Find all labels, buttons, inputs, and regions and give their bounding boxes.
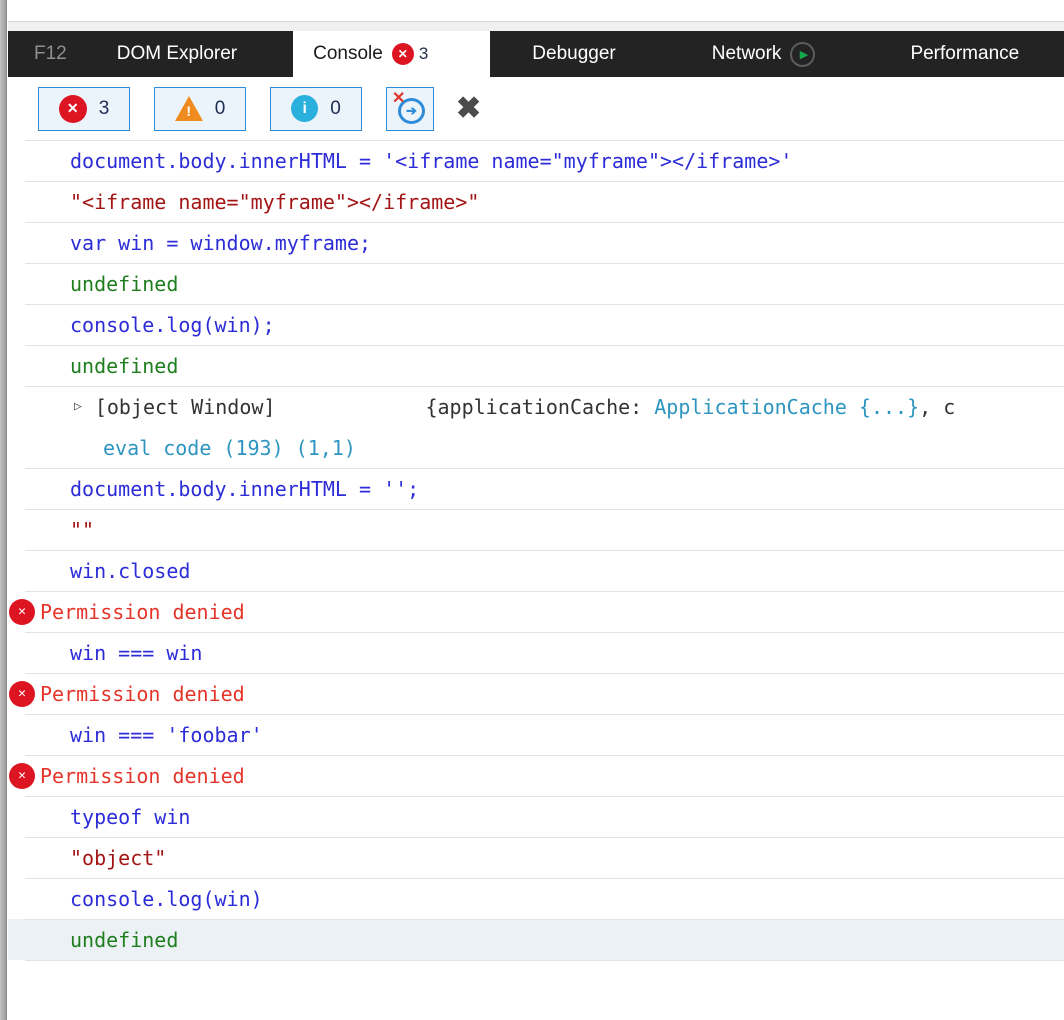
console-row-text: typeof win xyxy=(70,804,191,829)
profiling-ring-icon: ▶ xyxy=(790,41,816,67)
error-icon: ✕ xyxy=(9,680,35,707)
info-count: 0 xyxy=(330,97,341,119)
object-preview-suffix: , c xyxy=(919,394,956,419)
console-row[interactable]: document.body.innerHTML = '<iframe name=… xyxy=(8,140,1064,181)
window-splitter[interactable] xyxy=(8,21,1064,31)
console-row[interactable]: ✕ Permission denied xyxy=(8,755,1064,796)
expand-arrow-icon[interactable]: ▷ xyxy=(74,399,82,414)
tab-console-label: Console xyxy=(313,43,383,64)
console-row[interactable]: console.log(win) xyxy=(8,878,1064,919)
console-row-text: document.body.innerHTML = ''; xyxy=(70,476,420,501)
console-row[interactable]: undefined xyxy=(8,345,1064,386)
warning-count: 0 xyxy=(214,97,226,119)
console-row-text: "object" xyxy=(70,845,167,870)
tab-performance[interactable]: Performance xyxy=(910,31,1019,77)
console-log-end-divider xyxy=(8,960,1064,961)
console-row-text: Permission denied xyxy=(40,599,245,624)
console-log: document.body.innerHTML = '<iframe name=… xyxy=(8,140,1064,961)
clear-on-navigate-icon: ➔ ✕ xyxy=(392,90,425,124)
clear-console-icon[interactable]: ✖ xyxy=(456,93,481,124)
devtools-tab-bar: F12 DOM Explorer Console ✕ 3 Debugger Ne… xyxy=(8,31,1064,77)
console-row-text: console.log(win) xyxy=(70,886,263,911)
console-row[interactable]: document.body.innerHTML = ''; xyxy=(8,468,1064,509)
info-icon: i xyxy=(291,95,319,122)
console-row-text: document.body.innerHTML = '<iframe name=… xyxy=(70,148,793,173)
top-spacer xyxy=(8,0,1064,21)
tab-console-error-count: 3 xyxy=(418,44,429,63)
f12-menu-button[interactable]: F12 xyxy=(34,31,67,77)
console-row[interactable]: var win = window.myframe; xyxy=(8,222,1064,263)
console-row[interactable]: "" xyxy=(8,509,1064,550)
console-row[interactable]: typeof win xyxy=(8,796,1064,837)
console-row[interactable]: undefined xyxy=(8,263,1064,304)
console-row[interactable]: ✕ Permission denied xyxy=(8,591,1064,632)
tab-dom-explorer[interactable]: DOM Explorer xyxy=(117,31,237,77)
console-row-text: win.closed xyxy=(70,558,191,583)
console-row[interactable]: "<iframe name="myframe"></iframe>" xyxy=(8,181,1064,222)
console-row[interactable]: undefined xyxy=(8,919,1064,960)
console-row-text: Permission denied xyxy=(40,763,245,788)
console-row-text: undefined xyxy=(70,927,179,952)
tab-network[interactable]: Network ▶ xyxy=(712,31,816,77)
errors-filter-button[interactable]: ✕ 3 xyxy=(38,86,130,131)
error-icon: ✕ xyxy=(9,762,35,789)
warning-icon xyxy=(174,96,203,121)
console-row-source-link[interactable]: eval code (193) (1,1) xyxy=(103,427,356,468)
error-badge-icon: ✕ xyxy=(391,43,414,65)
object-preview-prefix: {applicationCache: xyxy=(425,394,655,419)
error-icon: ✕ xyxy=(9,598,35,625)
error-icon: ✕ xyxy=(58,94,87,123)
console-row-text: undefined xyxy=(70,353,179,378)
tab-console[interactable]: Console ✕ 3 xyxy=(293,31,491,77)
window-edge xyxy=(0,0,7,1020)
console-row[interactable]: ✕ Permission denied xyxy=(8,673,1064,714)
object-class-name: ApplicationCache {...} xyxy=(654,394,920,419)
console-row-text: var win = window.myframe; xyxy=(70,230,372,255)
console-row[interactable]: win.closed xyxy=(8,550,1064,591)
console-row-text: Permission denied xyxy=(40,681,245,706)
console-row[interactable]: win === win xyxy=(8,632,1064,673)
console-row[interactable]: console.log(win); xyxy=(8,304,1064,345)
tab-debugger[interactable]: Debugger xyxy=(532,31,615,77)
small-x-icon: ✕ xyxy=(392,89,406,107)
console-toolbar: ✕ 3 0 i 0 ➔ ✕ ✖ xyxy=(8,77,1064,140)
devtools-content: F12 DOM Explorer Console ✕ 3 Debugger Ne… xyxy=(8,0,1064,1020)
console-object-line: ▷ [object Window] {applicationCache: Appli… xyxy=(8,386,955,427)
tab-network-label: Network xyxy=(711,43,782,64)
warnings-filter-button[interactable]: 0 xyxy=(154,86,246,131)
devtools-window: F12 DOM Explorer Console ✕ 3 Debugger Ne… xyxy=(0,0,1064,1020)
object-label: [object Window] xyxy=(94,394,276,419)
play-icon: ▶ xyxy=(799,48,809,61)
console-row-text: "" xyxy=(70,517,95,542)
console-row[interactable]: ▷ [object Window] {applicationCache: Appli… xyxy=(8,386,1064,468)
console-row-text: win === 'foobar' xyxy=(70,722,263,747)
console-row[interactable]: "object" xyxy=(8,837,1064,878)
console-row-text: win === win xyxy=(70,640,203,665)
info-filter-button[interactable]: i 0 xyxy=(270,86,362,131)
error-count: 3 xyxy=(98,97,110,119)
console-row-text: undefined xyxy=(70,271,179,296)
console-row-text: console.log(win); xyxy=(70,312,275,337)
clear-on-navigate-button[interactable]: ➔ ✕ xyxy=(386,86,434,131)
console-row[interactable]: win === 'foobar' xyxy=(8,714,1064,755)
object-preview: {applicationCache: ApplicationCache {...… xyxy=(425,395,955,419)
console-row-text: "<iframe name="myframe"></iframe>" xyxy=(70,189,480,214)
